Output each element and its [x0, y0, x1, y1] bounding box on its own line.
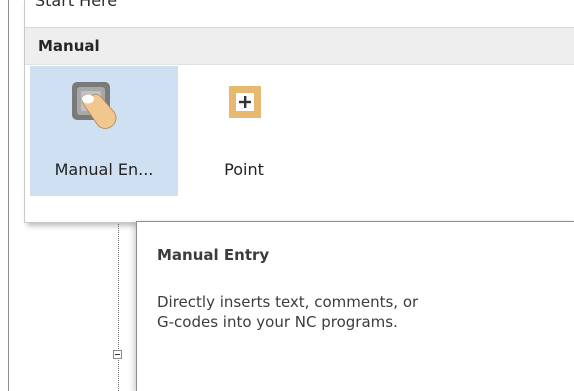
panel-border: [8, 0, 9, 391]
group-header-label: Manual: [38, 37, 100, 55]
toolpath-gallery-dropdown: Start Here Manual Manual En... Point: [24, 0, 574, 223]
tooltip-title: Manual Entry: [157, 246, 270, 264]
manual-entry-button[interactable]: Manual En...: [30, 66, 178, 196]
tooltip-description: Directly inserts text, comments, or G-co…: [157, 292, 418, 332]
tree-collapse-icon[interactable]: [113, 350, 122, 359]
group-header-manual: Manual: [25, 27, 574, 65]
plus-box-icon: [229, 86, 261, 118]
hand-touch-icon: [72, 82, 117, 129]
tree-connector-line: [118, 222, 119, 391]
point-button[interactable]: Point: [189, 66, 299, 196]
canvas: Start Here Manual Manual En... Point Man…: [0, 0, 574, 391]
manual-entry-label: Manual En...: [54, 160, 154, 179]
gallery-previous-group-label: Start Here: [35, 0, 118, 10]
tooltip-description-line: Directly inserts text, comments, or: [157, 293, 419, 311]
point-label: Point: [224, 160, 264, 179]
tooltip-description-line: G-codes into your NC programs.: [157, 313, 398, 331]
tooltip: Manual Entry Directly inserts text, comm…: [136, 221, 574, 391]
